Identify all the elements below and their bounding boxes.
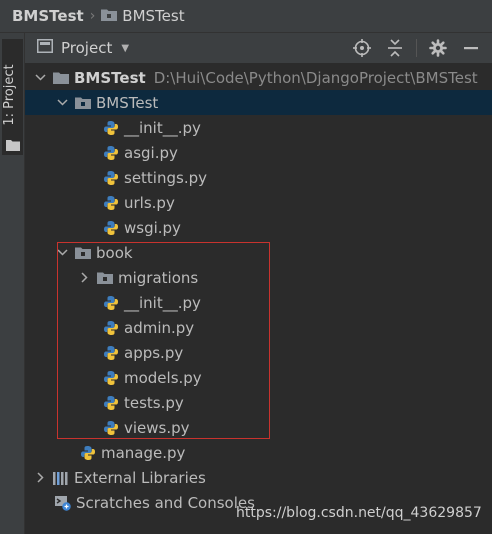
file-name: apps.py [124, 343, 184, 362]
package-folder-icon [97, 270, 113, 286]
locate-file-icon[interactable] [350, 36, 374, 60]
breadcrumb-root[interactable]: BMSTest [12, 7, 84, 25]
python-file-icon [103, 320, 119, 336]
package-folder-icon [75, 245, 91, 261]
project-tool-tab[interactable]: 1: Project [2, 39, 23, 155]
breadcrumb: BMSTest › BMSTest [0, 0, 492, 33]
scratches-icon [55, 495, 71, 511]
project-toolbar: Project ▼ [25, 33, 492, 63]
collapse-all-icon[interactable] [383, 36, 407, 60]
file-name: manage.py [101, 443, 186, 462]
python-file-icon [103, 195, 119, 211]
tree-row-file[interactable]: views.py [25, 415, 492, 440]
file-name: admin.py [124, 318, 195, 337]
file-name: __init__.py [124, 118, 201, 137]
folder-icon [6, 137, 20, 155]
project-root-label: BMSTest [74, 68, 146, 87]
file-name: __init__.py [124, 293, 201, 312]
python-file-icon [103, 170, 119, 186]
python-file-icon [103, 395, 119, 411]
tree-row-external-libraries[interactable]: External Libraries [25, 465, 492, 490]
file-name: wsgi.py [124, 218, 181, 237]
tree-row-migrations[interactable]: migrations [25, 265, 492, 290]
expanded-chevron-icon[interactable] [55, 249, 69, 256]
tree-row-project-root[interactable]: BMSTest D:\Hui\Code\Python\DjangoProject… [25, 65, 492, 90]
toolbar-divider [416, 39, 417, 57]
expanded-chevron-icon[interactable] [33, 74, 47, 81]
tree-row-file[interactable]: wsgi.py [25, 215, 492, 240]
python-file-icon [103, 145, 119, 161]
tree-row-file[interactable]: __init__.py [25, 290, 492, 315]
dropdown-caret-icon[interactable]: ▼ [121, 43, 129, 54]
tree-row-file[interactable]: apps.py [25, 340, 492, 365]
file-name: settings.py [124, 168, 207, 187]
gear-icon[interactable] [426, 36, 450, 60]
tree-row-file[interactable]: models.py [25, 365, 492, 390]
project-tree: BMSTest D:\Hui\Code\Python\DjangoProject… [25, 63, 492, 534]
tree-row-file[interactable]: __init__.py [25, 115, 492, 140]
file-name: tests.py [124, 393, 184, 412]
python-file-icon [103, 120, 119, 136]
folder-label: migrations [118, 268, 199, 287]
tree-row-file[interactable]: tests.py [25, 390, 492, 415]
project-root-path: D:\Hui\Code\Python\DjangoProject\BMSTest [153, 68, 478, 87]
breadcrumb-child[interactable]: BMSTest [122, 7, 184, 25]
external-libraries-label: External Libraries [74, 468, 206, 487]
tree-row-bmstest-package[interactable]: BMSTest [25, 90, 492, 115]
tree-row-manage[interactable]: manage.py [25, 440, 492, 465]
scratches-label: Scratches and Consoles [76, 493, 255, 512]
project-view-icon [37, 39, 53, 57]
collapsed-chevron-icon[interactable] [33, 472, 47, 483]
hide-panel-icon[interactable] [459, 36, 483, 60]
tree-row-file[interactable]: admin.py [25, 315, 492, 340]
python-file-icon [103, 370, 119, 386]
python-file-icon [103, 220, 119, 236]
project-view-title[interactable]: Project [61, 39, 112, 57]
python-file-icon [103, 345, 119, 361]
tree-row-file[interactable]: settings.py [25, 165, 492, 190]
expanded-chevron-icon[interactable] [55, 99, 69, 106]
project-tool-tab-label: 1: Project [2, 64, 17, 126]
library-icon [53, 470, 69, 486]
folder-icon [101, 7, 118, 25]
python-file-icon [103, 295, 119, 311]
breadcrumb-separator-icon: › [89, 8, 96, 24]
package-label: BMSTest [96, 93, 159, 112]
python-file-icon [80, 445, 96, 461]
file-name: urls.py [124, 193, 175, 212]
file-name: views.py [124, 418, 190, 437]
file-name: asgi.py [124, 143, 178, 162]
folder-icon [53, 70, 69, 86]
python-file-icon [103, 420, 119, 436]
tree-row-file[interactable]: urls.py [25, 190, 492, 215]
watermark: https://blog.csdn.net/qq_43629857 [236, 505, 482, 521]
package-label: book [96, 243, 133, 262]
package-folder-icon [75, 95, 91, 111]
file-name: models.py [124, 368, 202, 387]
left-tool-strip: 1: Project [0, 33, 25, 534]
tree-row-file[interactable]: asgi.py [25, 140, 492, 165]
tree-row-book-package[interactable]: book [25, 240, 492, 265]
collapsed-chevron-icon[interactable] [77, 272, 91, 283]
